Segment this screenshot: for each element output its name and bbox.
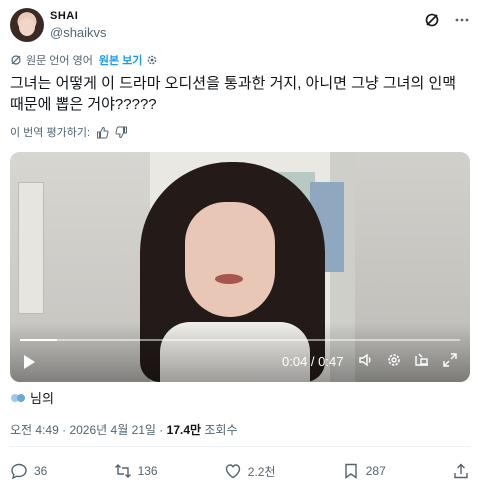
- meta-separator: ·: [58, 423, 70, 437]
- gear-icon[interactable]: [146, 54, 158, 66]
- bookmark-icon: [342, 462, 360, 480]
- action-bar: 36 136 2.2천 287: [10, 461, 470, 481]
- translation-row: 원문 언어 영어 원본 보기: [10, 52, 158, 68]
- video-progress-bar[interactable]: [20, 339, 460, 341]
- liker-avatar-icon: [10, 391, 26, 405]
- rate-translation-label: 이 번역 평가하기:: [10, 127, 91, 139]
- video-controls: 0:04 / 0:47: [10, 348, 470, 376]
- reply-icon: [10, 462, 28, 480]
- more-icon[interactable]: [454, 12, 470, 28]
- video-subject-mouth: [215, 274, 243, 284]
- tweet-meta: 오전 4:49 · 2026년 4월 21일 · 17.4만 조회수: [10, 421, 238, 438]
- thumbs-up-icon[interactable]: [96, 126, 109, 139]
- share-icon: [452, 462, 470, 480]
- like-icon: [224, 462, 242, 480]
- handle[interactable]: @shaikvs: [50, 25, 107, 40]
- like-button[interactable]: 2.2천: [224, 462, 276, 480]
- rate-translation-row: 이 번역 평가하기:: [10, 124, 128, 140]
- play-icon[interactable]: [22, 354, 36, 370]
- header-icons: [424, 12, 470, 28]
- show-original-link[interactable]: 원본 보기: [99, 52, 143, 68]
- grok-icon[interactable]: [424, 12, 440, 28]
- share-button[interactable]: [452, 462, 470, 480]
- fullscreen-icon[interactable]: [442, 352, 458, 368]
- view-count: 17.4만: [166, 423, 202, 437]
- display-name[interactable]: SHAI: [50, 10, 107, 22]
- thumbs-down-icon[interactable]: [115, 126, 128, 139]
- pip-icon[interactable]: [414, 352, 430, 368]
- avatar[interactable]: [10, 8, 44, 42]
- repost-count: 136: [137, 464, 158, 478]
- video-player[interactable]: 0:04 / 0:47: [10, 152, 470, 382]
- tweet-text: 그녀는 어떻게 이 드라마 오디션을 통과한 거지, 아니면 그냥 그녀의 인맥…: [10, 75, 457, 113]
- translate-icon: [10, 54, 22, 66]
- video-control-icons: [358, 352, 458, 368]
- like-count: 2.2천: [247, 464, 276, 479]
- reply-button[interactable]: 36: [10, 462, 47, 480]
- view-count-label: 조회수: [204, 423, 238, 437]
- divider: [10, 446, 470, 447]
- bookmark-count: 287: [365, 464, 386, 478]
- author-names: SHAI @shaikvs: [50, 10, 107, 40]
- repost-icon: [114, 462, 132, 480]
- tweet-time[interactable]: 오전 4:49: [10, 423, 59, 437]
- video-subject-face: [185, 202, 275, 317]
- tweet-date[interactable]: 2026년 4월 21일: [69, 423, 156, 437]
- meta-separator-2: ·: [155, 423, 167, 437]
- video-progress-fill: [20, 339, 58, 341]
- translation-label: 원문 언어 영어: [26, 55, 93, 67]
- repost-button[interactable]: 136: [114, 462, 158, 480]
- video-time: 0:04 / 0:47: [282, 354, 344, 369]
- tweet-header: SHAI @shaikvs: [10, 8, 470, 44]
- volume-icon[interactable]: [358, 352, 374, 368]
- reply-count: 36: [34, 464, 48, 478]
- bookmark-button[interactable]: 287: [342, 462, 386, 480]
- liked-by-label: 님의: [30, 391, 54, 406]
- liked-by-row[interactable]: 님의: [10, 388, 54, 407]
- settings-icon[interactable]: [386, 352, 402, 368]
- video-scene-panel: [18, 182, 44, 314]
